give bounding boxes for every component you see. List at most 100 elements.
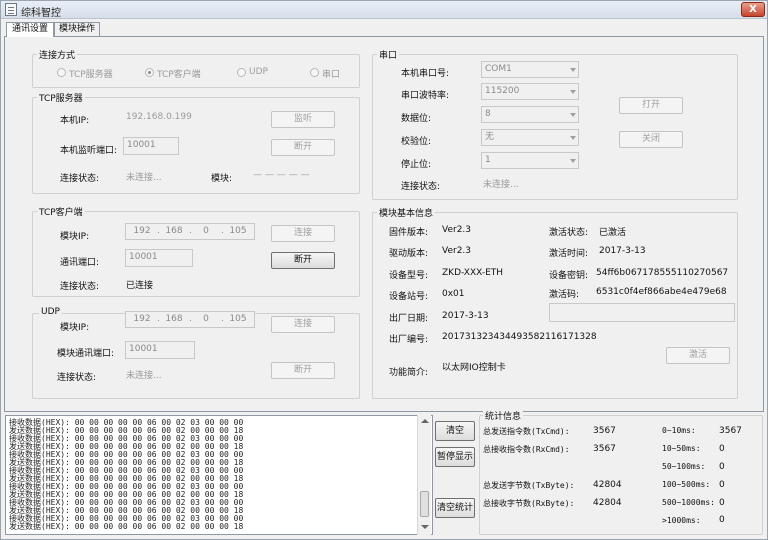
baud-select[interactable]: 115200 bbox=[481, 83, 579, 100]
ip-octet: 192 bbox=[133, 314, 151, 324]
tcp-client-ip-label: 模块IP: bbox=[60, 232, 90, 242]
radio-tcp-server-label: TCP服务器 bbox=[69, 70, 113, 80]
description-value: 以太网IO控制卡 bbox=[442, 363, 506, 373]
range-500-1000-value: 0 bbox=[719, 498, 725, 508]
serial-number-label: 出厂编号: bbox=[389, 335, 429, 345]
activation-code-label: 激活码: bbox=[549, 290, 580, 300]
activation-code-input[interactable] bbox=[549, 303, 735, 322]
scroll-down-icon[interactable] bbox=[421, 525, 429, 529]
radio-serial-label: 串口 bbox=[322, 70, 341, 80]
station-label: 设备站号: bbox=[389, 292, 429, 302]
app-icon bbox=[5, 3, 17, 16]
serial-number-value: 20173132343449358211617132­8 bbox=[442, 332, 597, 342]
activation-time-value: 2017-3-13 bbox=[599, 246, 646, 256]
tcp-server-disconnect-button[interactable]: 断开 bbox=[271, 139, 335, 156]
range-over-1000-value: 0 bbox=[719, 515, 725, 525]
pause-display-button[interactable]: 暂停显示 bbox=[435, 447, 475, 467]
driver-value: Ver2.3 bbox=[442, 246, 472, 256]
clear-stats-button[interactable]: 清空统计 bbox=[435, 498, 475, 518]
tcp-client-connect-button[interactable]: 连接 bbox=[271, 225, 335, 242]
serial-port-select[interactable]: COM1 bbox=[481, 61, 579, 78]
scroll-up-icon[interactable] bbox=[421, 419, 429, 423]
rx-byte-value: 42804 bbox=[593, 498, 622, 508]
window-title: 综科智控 bbox=[21, 8, 61, 19]
connection-title: 连接方式 bbox=[37, 48, 78, 61]
date-label: 出厂日期: bbox=[389, 314, 429, 324]
range-0-10-value: 3567 bbox=[719, 426, 742, 436]
udp-ip-input[interactable]: 192 . 168 . 0 . 105 bbox=[125, 311, 255, 328]
activate-button[interactable]: 激活 bbox=[666, 347, 730, 364]
tab-comm-settings[interactable]: 通讯设置 bbox=[6, 22, 54, 37]
radio-tcp-client[interactable] bbox=[145, 68, 154, 77]
model-label: 设备型号: bbox=[389, 271, 429, 281]
tcp-client-ip-input[interactable]: 192 . 168 . 0 . 105 bbox=[125, 223, 255, 240]
radio-tcp-server[interactable] bbox=[57, 68, 66, 77]
serial-title: 串口 bbox=[377, 48, 400, 61]
tcp-server-title: TCP服务器 bbox=[37, 91, 85, 104]
radio-udp[interactable] bbox=[237, 68, 246, 77]
log-textarea[interactable]: 接收数据(HEX): 00 00 00 00 00 06 00 02 03 00… bbox=[5, 415, 433, 535]
udp-disconnect-button[interactable]: 断开 bbox=[271, 362, 335, 379]
tcp-client-disconnect-button[interactable]: 断开 bbox=[271, 252, 335, 269]
main-window: 综科智控 X 通讯设置 模块操作 连接方式 TCP服务器 TCP客户端 UDP … bbox=[0, 0, 768, 540]
databits-label: 数据位: bbox=[401, 114, 432, 124]
tab-pane: 连接方式 TCP服务器 TCP客户端 UDP 串口 TCP服务器 本机IP: 1… bbox=[4, 36, 764, 412]
firmware-value: Ver2.3 bbox=[442, 225, 472, 235]
clear-log-button[interactable]: 清空 bbox=[435, 421, 475, 441]
databits-select[interactable]: 8 bbox=[481, 106, 579, 123]
rx-byte-label: 总接收字节数(RxByte): bbox=[483, 499, 575, 508]
range-500-1000-label: 500~1000ms: bbox=[662, 498, 715, 507]
close-port-button[interactable]: 关闭 bbox=[619, 131, 683, 148]
serial-status-value: 未连接... bbox=[483, 180, 519, 190]
chevron-down-icon bbox=[570, 136, 576, 140]
listen-button[interactable]: 监听 bbox=[271, 111, 335, 128]
tx-byte-value: 42804 bbox=[593, 480, 622, 490]
station-value: 0x01 bbox=[442, 289, 465, 299]
udp-port-input[interactable]: 10001 bbox=[125, 341, 195, 359]
chevron-down-icon bbox=[570, 90, 576, 94]
ip-octet: 0 bbox=[203, 226, 209, 236]
tab-module-ops[interactable]: 模块操作 bbox=[54, 22, 100, 36]
stats-title: 统计信息 bbox=[483, 409, 524, 422]
ip-octet: 105 bbox=[229, 226, 247, 236]
ip-octet: 105 bbox=[229, 314, 247, 324]
device-key-value: 54ff6b067178555110270567 bbox=[596, 268, 729, 278]
parity-select[interactable]: 无 bbox=[481, 129, 579, 146]
chevron-down-icon bbox=[570, 159, 576, 163]
udp-ip-label: 模块IP: bbox=[60, 323, 90, 333]
stopbits-value: 1 bbox=[485, 155, 491, 165]
udp-status-label: 连接状态: bbox=[57, 373, 97, 383]
stopbits-select[interactable]: 1 bbox=[481, 152, 579, 169]
serial-port-value: COM1 bbox=[485, 64, 512, 74]
range-0-10-label: 0~10ms: bbox=[662, 426, 696, 435]
range-50-100-value: 0 bbox=[719, 462, 725, 472]
driver-label: 驱动版本: bbox=[389, 249, 429, 259]
serial-port-label: 本机串口号: bbox=[401, 69, 450, 79]
tcp-server-port-input[interactable]: 10001 bbox=[123, 137, 179, 155]
tcp-client-port-input[interactable]: 10001 bbox=[125, 249, 193, 267]
activation-code-value: 6531c0f4ef866abe4e479e68 bbox=[596, 287, 727, 297]
range-10-50-label: 10~50ms: bbox=[662, 444, 701, 453]
ip-octet: 168 bbox=[165, 226, 183, 236]
tcp-client-title: TCP客户端 bbox=[37, 205, 85, 218]
ip-octet: 192 bbox=[133, 226, 151, 236]
close-button[interactable]: X bbox=[741, 2, 765, 17]
tcp-server-ip-value: 192.168.0.199 bbox=[126, 112, 192, 122]
tcp-server-ip-label: 本机IP: bbox=[60, 116, 90, 126]
udp-status-value: 未连接... bbox=[126, 371, 162, 381]
range-100-500-value: 0 bbox=[719, 480, 725, 490]
tcp-client-port-label: 通讯端口: bbox=[60, 258, 100, 268]
log-scrollbar[interactable] bbox=[417, 415, 431, 535]
activation-status-value: 已激活 bbox=[599, 228, 627, 238]
description-label: 功能简介: bbox=[389, 368, 429, 378]
open-button[interactable]: 打开 bbox=[619, 97, 683, 114]
serial-status-label: 连接状态: bbox=[401, 182, 441, 192]
baud-label: 串口波特率: bbox=[401, 91, 450, 101]
udp-port-label: 模块通讯端口: bbox=[57, 349, 115, 359]
tcp-server-status-value: 未连接... bbox=[126, 173, 162, 183]
udp-connect-button[interactable]: 连接 bbox=[271, 316, 335, 333]
chevron-down-icon bbox=[570, 68, 576, 72]
tcp-server-module-label: 模块: bbox=[211, 174, 233, 184]
radio-serial[interactable] bbox=[310, 68, 319, 77]
scroll-thumb[interactable] bbox=[420, 491, 429, 517]
